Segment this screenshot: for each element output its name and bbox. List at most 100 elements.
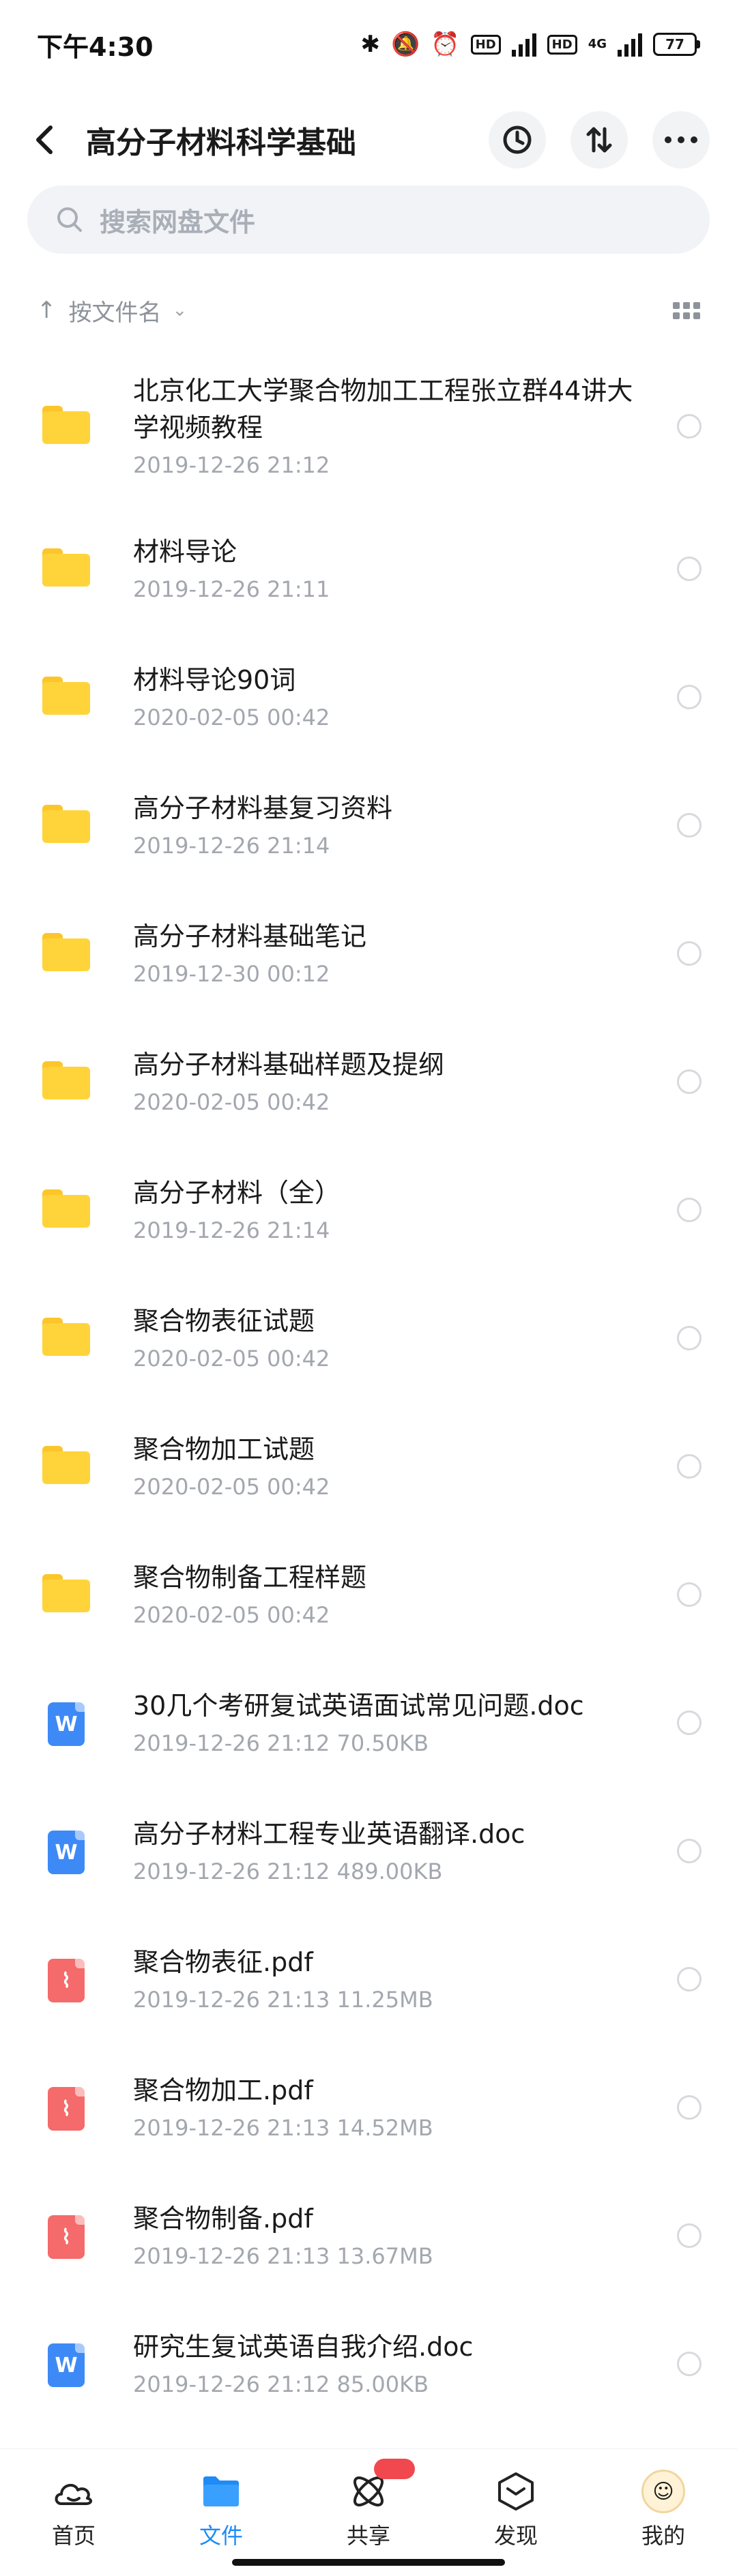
file-row[interactable]: 高分子材料（全） 2019-12-26 21:14 (0, 1146, 737, 1274)
file-row[interactable]: 北京化工大学聚合物加工工程张立群44讲大学视频教程 2019-12-26 21:1… (0, 348, 737, 505)
file-meta: 2020-02-05 00:42 (133, 1474, 330, 1500)
file-meta: 2019-12-26 21:13 13.67MB (133, 2243, 433, 2269)
select-radio[interactable] (677, 2223, 702, 2248)
hd-icon: HD (470, 34, 501, 55)
back-button[interactable] (27, 123, 61, 157)
select-radio[interactable] (677, 414, 702, 439)
select-radio[interactable] (677, 2352, 702, 2376)
home-indicator (232, 2559, 505, 2566)
search-icon (57, 207, 82, 232)
files-folder-icon (197, 2470, 245, 2513)
sort-by-name[interactable]: 按文件名 (69, 294, 162, 327)
home-cloud-icon (50, 2470, 98, 2513)
file-text: 材料导论90词 2020-02-05 00:42 (133, 662, 641, 732)
select-radio[interactable] (677, 685, 702, 709)
nav-label-files: 文件 (199, 2523, 243, 2549)
file-text: 高分子材料工程专业英语翻译.doc 2019-12-26 21:12 489.00… (133, 1816, 641, 1886)
file-text: 高分子材料（全） 2019-12-26 21:14 (133, 1174, 641, 1245)
file-name: 聚合物制备工程样题 (133, 1563, 367, 1593)
nav-me[interactable]: ☺ 我的 (590, 2449, 737, 2576)
folder-icon (42, 1189, 90, 1230)
file-meta: 2020-02-05 00:42 (133, 1602, 330, 1628)
more-dots-icon (665, 136, 697, 143)
file-name: 聚合物表征.pdf (133, 1947, 313, 1977)
nav-home[interactable]: 首页 (0, 2449, 147, 2576)
file-name: 聚合物加工.pdf (133, 2075, 313, 2105)
file-row[interactable]: 聚合物加工试题 2020-02-05 00:42 (0, 1402, 737, 1530)
more-button[interactable] (652, 111, 710, 168)
avatar: ☺ (641, 2470, 685, 2513)
select-radio[interactable] (677, 2095, 702, 2120)
file-row[interactable]: 高分子材料基础样题及提纲 2020-02-05 00:42 (0, 1018, 737, 1146)
folder-icon (42, 805, 90, 846)
word-doc-icon: W (42, 1831, 90, 1874)
hd-icon-2: HD (547, 34, 577, 55)
file-row[interactable]: 聚合物表征试题 2020-02-05 00:42 (0, 1274, 737, 1402)
select-radio[interactable] (677, 813, 702, 838)
file-row[interactable]: ⌇ 聚合物加工.pdf 2019-12-26 21:13 14.52MB (0, 2043, 737, 2172)
mute-icon: 🔕 (390, 31, 420, 58)
nav-label-me: 我的 (641, 2523, 685, 2549)
select-radio[interactable] (677, 941, 702, 966)
file-meta: 2019-12-26 21:12 489.00KB (133, 1859, 443, 1884)
folder-icon (42, 1446, 90, 1487)
file-row[interactable]: 高分子材料基复习资料 2019-12-26 21:14 (0, 761, 737, 889)
chevron-down-icon[interactable]: ⌄ (173, 300, 188, 321)
file-row[interactable]: W 研究生复试英语自我介绍.doc 2019-12-26 21:12 85.00KB (0, 2300, 737, 2428)
select-radio[interactable] (677, 1967, 702, 1992)
file-row[interactable]: W 高分子材料工程专业英语翻译.doc 2019-12-26 21:12 489.0… (0, 1787, 737, 1915)
file-meta: 2019-12-26 21:14 (133, 833, 330, 859)
select-radio[interactable] (677, 1326, 702, 1350)
nav-discover[interactable]: 发现 (442, 2449, 590, 2576)
battery-level: 77 (653, 33, 697, 56)
grid-view-icon[interactable] (673, 301, 700, 319)
sort-up-arrow-icon[interactable]: ↑ (37, 297, 57, 324)
file-row[interactable]: W 30几个考研复试英语面试常见问题.doc 2019-12-26 21:12 70… (0, 1659, 737, 1787)
signal-icon-2 (618, 32, 642, 57)
file-name: 研究生复试英语自我介绍.doc (133, 2332, 474, 2362)
file-row[interactable]: ⌇ 聚合物制备.pdf 2019-12-26 21:13 13.67MB (0, 2172, 737, 2300)
alarm-icon: ⏰ (431, 31, 460, 58)
search-input[interactable]: 搜索网盘文件 (27, 186, 710, 254)
sort-toggle-button[interactable] (570, 111, 628, 168)
header: 高分子材料科学基础 (0, 89, 737, 191)
select-radio[interactable] (677, 1198, 702, 1222)
pdf-icon: ⌇ (42, 2215, 90, 2259)
status-time: 下午4:30 (37, 31, 154, 62)
file-text: 聚合物制备.pdf 2019-12-26 21:13 13.67MB (133, 2200, 641, 2271)
select-radio[interactable] (677, 1454, 702, 1479)
select-radio[interactable] (677, 1069, 702, 1094)
sort-arrows-icon (586, 127, 612, 153)
file-row[interactable]: 材料导论90词 2020-02-05 00:42 (0, 633, 737, 761)
bluetooth-icon: ✱ (360, 31, 380, 58)
file-row[interactable]: 高分子材料基础笔记 2019-12-30 00:12 (0, 889, 737, 1018)
status-icons: ✱ 🔕 ⏰ HD HD 4G 77 (360, 32, 700, 57)
file-text: 材料导论 2019-12-26 21:11 (133, 533, 641, 604)
signal-icon (511, 32, 536, 57)
nav-share[interactable]: 共享 (295, 2449, 442, 2576)
file-meta: 2020-02-05 00:42 (133, 1346, 330, 1372)
file-name: 高分子材料基复习资料 (133, 793, 393, 823)
history-button[interactable] (489, 111, 546, 168)
file-row[interactable]: 聚合物制备工程样题 2020-02-05 00:42 (0, 1530, 737, 1659)
select-radio[interactable] (677, 1711, 702, 1735)
file-row[interactable]: 材料导论 2019-12-26 21:11 (0, 505, 737, 633)
select-radio[interactable] (677, 1582, 702, 1607)
file-text: 聚合物加工.pdf 2019-12-26 21:13 14.52MB (133, 2072, 641, 2143)
nav-label-home: 首页 (51, 2523, 96, 2549)
folder-icon (42, 677, 90, 717)
share-badge (374, 2459, 415, 2479)
file-name: 材料导论90词 (133, 665, 296, 695)
select-radio[interactable] (677, 557, 702, 581)
file-row[interactable]: ⌇ 聚合物表征.pdf 2019-12-26 21:13 11.25MB (0, 1915, 737, 2043)
word-doc-icon: W (42, 1702, 90, 1746)
nav-files[interactable]: 文件 (147, 2449, 295, 2576)
file-name: 聚合物加工试题 (133, 1434, 315, 1464)
folder-icon (42, 406, 90, 447)
word-doc-icon: W (42, 2343, 90, 2387)
file-name: 聚合物制备.pdf (133, 2204, 313, 2234)
file-meta: 2019-12-26 21:12 (133, 452, 330, 478)
select-radio[interactable] (677, 1839, 702, 1863)
file-meta: 2019-12-26 21:12 85.00KB (133, 2371, 429, 2397)
file-text: 高分子材料基复习资料 2019-12-26 21:14 (133, 790, 641, 861)
